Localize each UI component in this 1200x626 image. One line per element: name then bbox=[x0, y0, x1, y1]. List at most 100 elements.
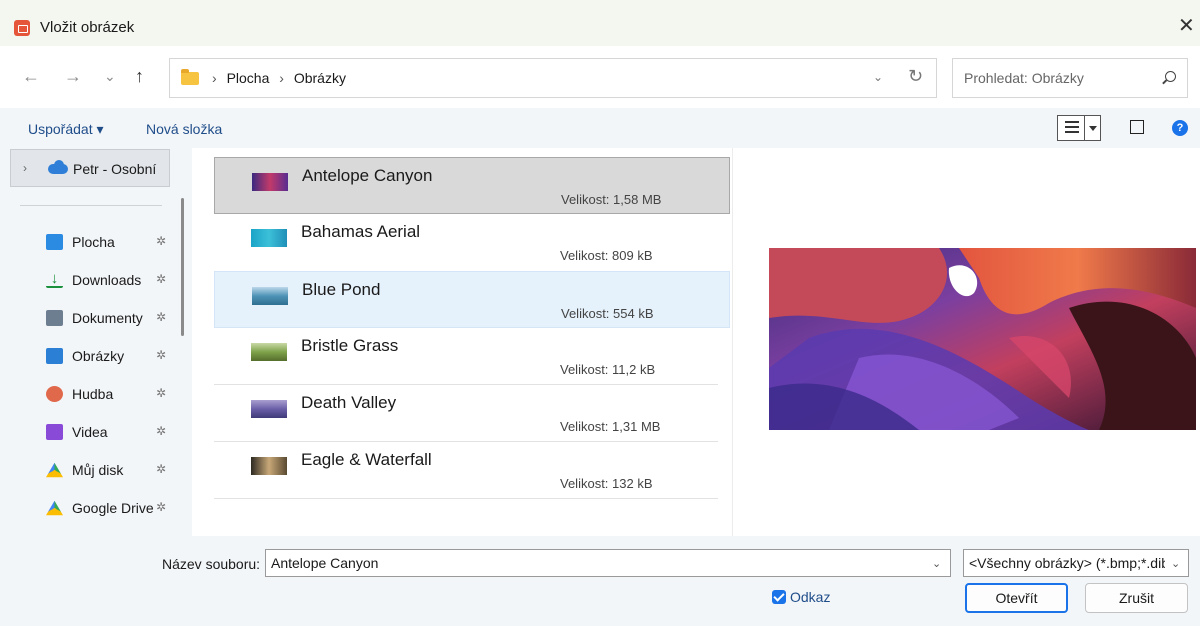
address-bar[interactable]: › Plocha › Obrázky ⌄ ↻ bbox=[169, 58, 937, 98]
organize-button[interactable]: Uspořádat ▾ bbox=[28, 121, 104, 138]
file-size: Velikost: 1,31 MB bbox=[560, 419, 661, 434]
pin-icon[interactable]: ✲ bbox=[156, 500, 166, 514]
sidebar-item-4[interactable]: Hudba ✲ bbox=[46, 384, 186, 406]
pin-icon[interactable]: ✲ bbox=[156, 272, 166, 286]
sidebar-item-label: Obrázky bbox=[72, 348, 125, 364]
file-name: Eagle & Waterfall bbox=[301, 450, 432, 469]
open-button[interactable]: Otevřít bbox=[965, 583, 1068, 613]
sidebar-item-1[interactable]: ↓ Downloads ✲ bbox=[46, 270, 186, 292]
breadcrumb-separator: › bbox=[279, 70, 284, 86]
sidebar-item-label: Hudba bbox=[72, 386, 114, 402]
preview-pane bbox=[732, 148, 1200, 536]
google-drive-icon bbox=[46, 462, 63, 478]
file-thumbnail bbox=[251, 400, 287, 418]
search-placeholder: Prohledat: Obrázky bbox=[964, 70, 1084, 86]
file-type-value: <Všechny obrázky> (*.bmp;*.dib;*.jpg) bbox=[969, 555, 1165, 571]
file-size: Velikost: 1,58 MB bbox=[561, 192, 662, 207]
file-thumbnail bbox=[251, 229, 287, 247]
file-row[interactable]: Blue Pond Velikost: 554 kB bbox=[214, 271, 730, 328]
sidebar-item-label: Downloads bbox=[72, 272, 142, 288]
folder-icon bbox=[181, 69, 199, 85]
breadcrumb: › Plocha › Obrázky bbox=[206, 70, 346, 86]
file-size: Velikost: 132 kB bbox=[560, 476, 653, 491]
preview-pane-icon[interactable] bbox=[1130, 120, 1144, 134]
pin-icon[interactable]: ✲ bbox=[156, 234, 166, 248]
file-row[interactable]: Bristle Grass Velikost: 11,2 kB bbox=[214, 328, 730, 385]
sidebar-item-label: Petr - Osobní bbox=[73, 161, 157, 177]
help-icon[interactable]: ? bbox=[1172, 120, 1188, 136]
sidebar-item-5[interactable]: Videa ✲ bbox=[46, 422, 186, 444]
pictures-icon bbox=[46, 348, 63, 364]
sidebar-item-onedrive[interactable]: › Petr - Osobní bbox=[10, 149, 170, 187]
download-icon: ↓ bbox=[46, 271, 63, 288]
recent-locations-chevron-icon[interactable]: ⌄ bbox=[104, 66, 116, 86]
sidebar-item-6[interactable]: Můj disk ✲ bbox=[46, 460, 186, 482]
chevron-down-icon[interactable]: ⌄ bbox=[932, 557, 941, 570]
pin-icon[interactable]: ✲ bbox=[156, 462, 166, 476]
link-checkbox[interactable] bbox=[772, 590, 786, 604]
powerpoint-app-icon bbox=[14, 20, 30, 36]
pin-icon[interactable]: ✲ bbox=[156, 310, 166, 324]
file-name: Antelope Canyon bbox=[302, 166, 433, 185]
close-icon[interactable]: ✕ bbox=[1178, 16, 1195, 36]
file-size: Velikost: 554 kB bbox=[561, 306, 654, 321]
file-row[interactable]: Bahamas Aerial Velikost: 809 kB bbox=[214, 214, 730, 271]
sidebar-item-label: Dokumenty bbox=[72, 310, 143, 326]
cancel-button[interactable]: Zrušit bbox=[1085, 583, 1188, 613]
file-row[interactable]: Antelope Canyon Velikost: 1,58 MB bbox=[214, 157, 730, 214]
search-icon[interactable] bbox=[1165, 71, 1176, 82]
file-name: Blue Pond bbox=[302, 280, 381, 299]
details-view-icon bbox=[1065, 121, 1079, 135]
chevron-down-icon bbox=[1089, 126, 1097, 131]
view-button-divider bbox=[1084, 116, 1085, 140]
onedrive-cloud-icon bbox=[48, 160, 68, 174]
antelope-canyon-preview-image bbox=[769, 248, 1196, 430]
sidebar-item-3[interactable]: Obrázky ✲ bbox=[46, 346, 186, 368]
file-row[interactable]: Eagle & Waterfall Velikost: 132 kB bbox=[214, 442, 730, 499]
pin-icon[interactable]: ✲ bbox=[156, 386, 166, 400]
view-options-button[interactable] bbox=[1057, 115, 1101, 141]
sidebar-item-label: Videa bbox=[72, 424, 108, 440]
file-row[interactable]: Death Valley Velikost: 1,31 MB bbox=[214, 385, 730, 442]
filename-field[interactable]: Antelope Canyon bbox=[271, 555, 378, 571]
sidebar-item-label: Plocha bbox=[72, 234, 115, 250]
title-bar: Vložit obrázek ✕ bbox=[0, 0, 1200, 46]
document-icon bbox=[46, 310, 63, 326]
sidebar-item-2[interactable]: Dokumenty ✲ bbox=[46, 308, 186, 330]
sidebar-item-7[interactable]: Google Drive ✲ bbox=[46, 498, 186, 520]
sidebar-item-label: Google Drive bbox=[72, 500, 154, 516]
file-thumbnail bbox=[252, 287, 288, 305]
file-thumbnail bbox=[251, 343, 287, 361]
expand-chevron-icon[interactable]: › bbox=[23, 161, 27, 175]
navigation-pane: › Petr - Osobní Plocha ✲ ↓ Downloads ✲ Dokume… bbox=[0, 148, 192, 536]
divider bbox=[20, 205, 162, 206]
pin-icon[interactable]: ✲ bbox=[156, 424, 166, 438]
new-folder-button[interactable]: Nová složka bbox=[146, 121, 222, 137]
chevron-down-icon[interactable]: ⌄ bbox=[1171, 557, 1180, 570]
file-name: Death Valley bbox=[301, 393, 397, 412]
file-name: Bristle Grass bbox=[301, 336, 399, 355]
sidebar-item-0[interactable]: Plocha ✲ bbox=[46, 232, 186, 254]
breadcrumb-item-obrazky[interactable]: Obrázky bbox=[294, 70, 346, 86]
up-arrow-icon[interactable]: ↑ bbox=[135, 66, 144, 86]
link-checkbox-label[interactable]: Odkaz bbox=[790, 589, 830, 605]
file-type-select[interactable]: <Všechny obrázky> (*.bmp;*.dib;*.jpg) ⌄ bbox=[963, 549, 1189, 577]
search-input[interactable]: Prohledat: Obrázky bbox=[952, 58, 1188, 98]
dialog-footer: Název souboru: Antelope Canyon ⌄ <Všechn… bbox=[0, 536, 1200, 626]
image-preview bbox=[769, 248, 1196, 430]
address-history-chevron-icon[interactable]: ⌄ bbox=[873, 70, 883, 84]
command-toolbar: Uspořádat ▾ Nová složka ? bbox=[0, 108, 1200, 148]
filename-combobox[interactable]: Antelope Canyon ⌄ bbox=[265, 549, 951, 577]
google-drive-icon bbox=[46, 500, 63, 516]
back-arrow-icon[interactable]: ← bbox=[22, 66, 40, 86]
file-thumbnail bbox=[252, 173, 288, 191]
file-thumbnail bbox=[251, 457, 287, 475]
breadcrumb-item-plocha[interactable]: Plocha bbox=[227, 70, 270, 86]
file-list: Antelope Canyon Velikost: 1,58 MB Bahamas … bbox=[192, 148, 732, 536]
file-size: Velikost: 809 kB bbox=[560, 248, 653, 263]
filename-label: Název souboru: bbox=[162, 556, 261, 572]
pin-icon[interactable]: ✲ bbox=[156, 348, 166, 362]
refresh-icon[interactable]: ↻ bbox=[908, 66, 923, 87]
forward-arrow-icon[interactable]: → bbox=[64, 66, 82, 86]
file-size: Velikost: 11,2 kB bbox=[560, 362, 656, 377]
